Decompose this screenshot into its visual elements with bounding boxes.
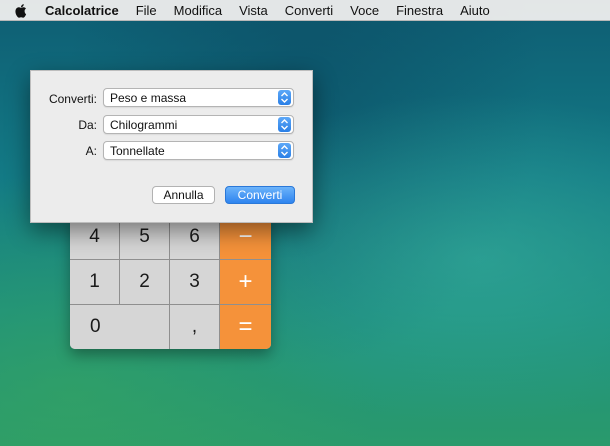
menu-file[interactable]: File (136, 3, 157, 18)
a-popup-value: Tonnellate (110, 143, 165, 158)
menu-converti[interactable]: Converti (285, 3, 333, 18)
key-3[interactable]: 3 (170, 260, 220, 305)
menu-modifica[interactable]: Modifica (174, 3, 222, 18)
calculator-window: 4 5 6 − 1 2 3 + 0 , = (70, 215, 271, 349)
menu-voce[interactable]: Voce (350, 3, 379, 18)
chevron-updown-icon (278, 143, 291, 158)
key-0[interactable]: 0 (70, 305, 170, 349)
a-popup[interactable]: Tonnellate (103, 141, 294, 160)
convert-button[interactable]: Converti (225, 186, 295, 204)
da-popup[interactable]: Chilogrammi (103, 115, 294, 134)
convert-dialog: Converti: Peso e massa Da: Chilogrammi A… (30, 70, 313, 223)
cancel-button[interactable]: Annulla (152, 186, 215, 204)
a-label: A: (85, 144, 97, 158)
menu-finestra[interactable]: Finestra (396, 3, 443, 18)
key-2[interactable]: 2 (120, 260, 170, 305)
da-label: Da: (78, 118, 97, 132)
menu-vista[interactable]: Vista (239, 3, 268, 18)
apple-logo-icon[interactable] (14, 3, 27, 18)
converti-popup-value: Peso e massa (110, 90, 187, 105)
menu-aiuto[interactable]: Aiuto (460, 3, 490, 18)
da-popup-value: Chilogrammi (110, 117, 178, 132)
chevron-updown-icon (278, 117, 291, 132)
decimal-button[interactable]: , (170, 305, 220, 349)
chevron-updown-icon (278, 90, 291, 105)
menu-app-name[interactable]: Calcolatrice (45, 3, 119, 18)
plus-button[interactable]: + (220, 260, 271, 305)
equals-button[interactable]: = (220, 305, 271, 349)
menu-bar: Calcolatrice File Modifica Vista Convert… (0, 0, 610, 21)
converti-label: Converti: (48, 92, 97, 106)
key-1[interactable]: 1 (70, 260, 120, 305)
converti-popup[interactable]: Peso e massa (103, 88, 294, 107)
